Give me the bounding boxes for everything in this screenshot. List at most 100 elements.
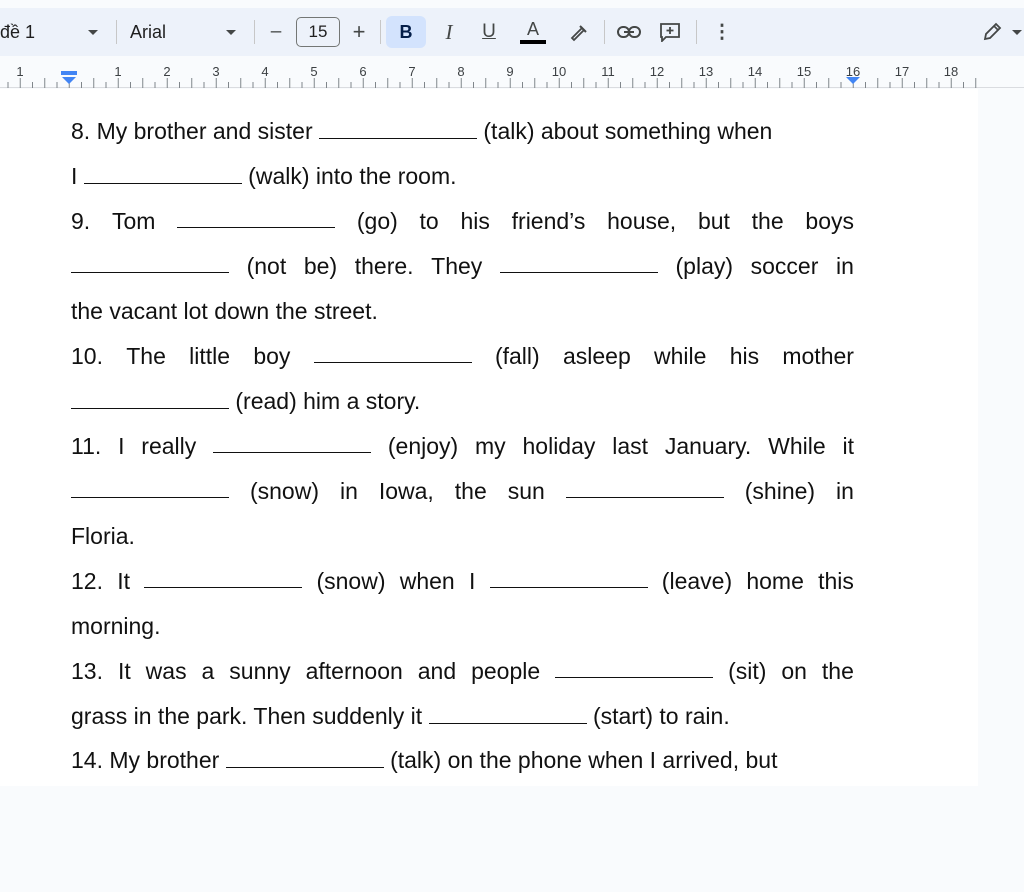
- answer-blank[interactable]: [144, 566, 303, 588]
- text-color-button[interactable]: A: [518, 8, 548, 56]
- document-page[interactable]: 8. My brother and sister (talk) about so…: [0, 89, 978, 786]
- document-text: (enjoy): [387, 433, 459, 459]
- ruler-number: 7: [408, 64, 415, 79]
- editing-mode-chevron-down-icon[interactable]: [1010, 8, 1024, 56]
- document-text: his: [729, 343, 760, 369]
- document-line[interactable]: 14. My brother (talk) on the phone when …: [71, 745, 854, 775]
- document-line[interactable]: Floria.: [71, 521, 854, 551]
- document-text: (read) him a story.: [235, 388, 421, 414]
- document-line[interactable]: 13. It was a sunny afternoon and people (sit) on t…: [71, 656, 854, 686]
- answer-blank[interactable]: [313, 341, 472, 363]
- document-text: was: [145, 658, 187, 684]
- answer-blank[interactable]: [83, 162, 242, 184]
- minus-icon: –: [270, 21, 282, 42]
- decrease-font-size-button[interactable]: –: [264, 8, 288, 56]
- italic-button[interactable]: I: [436, 8, 462, 56]
- answer-blank[interactable]: [225, 746, 384, 768]
- underline-button[interactable]: U: [476, 8, 502, 56]
- insert-link-button[interactable]: [614, 8, 644, 56]
- answer-blank[interactable]: [71, 251, 229, 273]
- plus-icon: +: [352, 19, 366, 44]
- document-line[interactable]: (read) him a story.: [71, 386, 854, 416]
- document-text: (walk) into the room.: [248, 163, 457, 189]
- font-size-input[interactable]: 15: [296, 17, 340, 47]
- document-line[interactable]: 9. Tom (go) to his friend’s house, but the boys: [71, 206, 854, 236]
- highlight-color-button[interactable]: [566, 8, 590, 56]
- document-text: I: [118, 433, 125, 459]
- document-text: the: [751, 208, 784, 234]
- answer-blank[interactable]: [499, 251, 658, 273]
- document-text: mother: [782, 343, 854, 369]
- document-text: friend’s: [511, 208, 586, 234]
- document-text: sun: [507, 478, 545, 504]
- left-indent-marker[interactable]: [61, 71, 77, 84]
- ruler-scale: 1 1 2 3 4 5 6 7 8 9 10 11 12 13 14 15 16 17 18: [7, 64, 977, 88]
- font-family-dropdown[interactable]: Arial: [130, 8, 190, 56]
- text-color-swatch: [520, 40, 546, 44]
- ruler-number: 6: [359, 64, 366, 79]
- document-text: there.: [354, 253, 414, 279]
- ruler-number: 12: [650, 64, 664, 79]
- document-text: when: [399, 568, 455, 594]
- document-text: house,: [607, 208, 677, 234]
- document-text: last: [612, 433, 648, 459]
- font-family-label: Arial: [130, 21, 167, 42]
- document-text: but: [697, 208, 730, 234]
- answer-blank[interactable]: [489, 566, 648, 588]
- document-line[interactable]: the vacant lot down the street.: [71, 296, 854, 326]
- horizontal-ruler[interactable]: 1 1 2 3 4 5 6 7 8 9 10 11 12 13 14 15 16 17 18: [0, 62, 1024, 88]
- ruler-number: 18: [944, 64, 958, 79]
- answer-blank[interactable]: [565, 476, 724, 498]
- answer-blank[interactable]: [555, 656, 714, 678]
- answer-blank[interactable]: [213, 431, 372, 453]
- document-text: in: [836, 253, 854, 279]
- paragraph-style-dropdown[interactable]: đề 1: [0, 8, 60, 56]
- more-options-button[interactable]: ⋮: [710, 8, 734, 56]
- document-text: in: [836, 478, 854, 504]
- document-line[interactable]: (snow) in Iowa, the sun (shine) in: [71, 476, 854, 506]
- document-text: (talk) about something when: [483, 118, 773, 144]
- bold-button[interactable]: B: [386, 16, 426, 48]
- document-text: (snow): [316, 568, 386, 594]
- answer-blank[interactable]: [428, 702, 587, 724]
- document-text: this: [818, 568, 854, 594]
- document-text: asleep: [562, 343, 631, 369]
- underline-icon: U: [482, 21, 496, 42]
- document-text: It: [117, 658, 131, 684]
- document-text: I: [468, 568, 476, 594]
- paragraph-style-chevron-down-icon[interactable]: [86, 8, 100, 56]
- highlighter-icon: [570, 25, 587, 42]
- increase-font-size-button[interactable]: +: [346, 8, 372, 56]
- document-text: soccer: [750, 253, 819, 279]
- document-text: the: [821, 658, 854, 684]
- document-line[interactable]: grass in the park. Then suddenly it (sta…: [71, 701, 854, 731]
- document-line[interactable]: 10. The little boy (fall) asleep while his mothe…: [71, 341, 854, 371]
- formatting-toolbar: đề 1 Arial – 15 + B I U A ⋮: [0, 8, 1024, 56]
- ruler-number: 17: [895, 64, 909, 79]
- document-text: (start) to rain.: [592, 703, 730, 729]
- document-line[interactable]: 11. Ireally (enjoy) my holiday last January. Wh…: [71, 431, 854, 461]
- document-line[interactable]: 8. My brother and sister (talk) about so…: [71, 116, 854, 146]
- answer-blank[interactable]: [177, 206, 336, 228]
- font-family-chevron-down-icon[interactable]: [224, 8, 238, 56]
- toolbar-divider: [696, 20, 697, 44]
- document-text: in: [339, 478, 358, 504]
- document-text: and: [417, 658, 457, 684]
- document-text: really: [141, 433, 197, 459]
- answer-blank[interactable]: [71, 387, 229, 409]
- add-comment-button[interactable]: [656, 8, 684, 56]
- document-text: sunny: [229, 658, 291, 684]
- document-text: his: [460, 208, 490, 234]
- document-text: (sit): [728, 658, 767, 684]
- document-line[interactable]: I (walk) into the room.: [71, 161, 854, 191]
- document-text: 14. My brother: [71, 747, 220, 773]
- right-indent-marker[interactable]: [846, 77, 860, 84]
- add-comment-icon: [660, 23, 680, 42]
- document-line[interactable]: 12. It (snow) when I (leave) home this: [71, 566, 854, 596]
- answer-blank[interactable]: [71, 476, 229, 498]
- answer-blank[interactable]: [319, 117, 477, 139]
- editing-mode-button[interactable]: [978, 8, 1006, 56]
- document-line[interactable]: morning.: [71, 611, 854, 641]
- document-line[interactable]: (not be) there. They (play) soccer in: [71, 251, 854, 281]
- document-text: (play): [675, 253, 734, 279]
